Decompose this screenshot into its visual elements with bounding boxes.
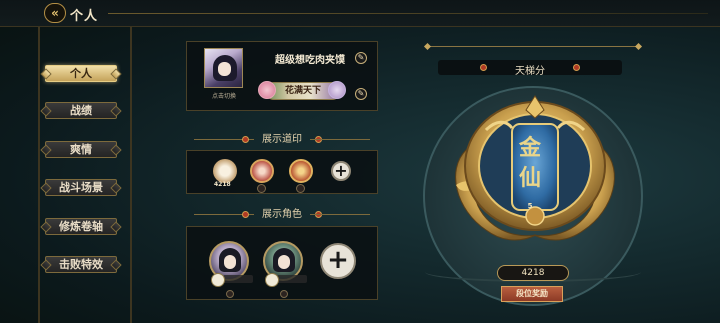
sidebar-item-battle-scene[interactable]: 战斗场景 <box>45 179 117 196</box>
remove-emblem-2-icon[interactable] <box>257 184 266 193</box>
role-tag-icon <box>211 273 225 287</box>
add-role-button[interactable]: + <box>320 243 356 279</box>
role-tag-strip <box>277 275 307 283</box>
emblem-count-label: 4218 <box>214 181 231 188</box>
rank-title-bar: 天梯分 <box>438 60 622 77</box>
sidebar-item-record[interactable]: 战绩 <box>45 102 117 119</box>
ornament-dot-icon <box>242 136 249 143</box>
sidebar-rail-left <box>38 27 40 323</box>
roles-section-label: 展示角色 <box>262 209 302 220</box>
role-tag-strip <box>223 275 253 283</box>
rank-name-char-2: 仙 <box>518 165 541 191</box>
emblems-section-title: 展示道印 <box>186 133 378 146</box>
ornament-dot-icon <box>242 211 249 218</box>
title-badge[interactable]: 花满天下 <box>258 81 346 100</box>
avatar[interactable] <box>204 48 243 88</box>
avatar-switch-caption[interactable]: 点击切换 <box>200 91 248 100</box>
profile-panel: 点击切换 超级想吃肉夹馍 ✎ 花满天下 ✎ <box>186 41 378 111</box>
divider <box>310 139 370 140</box>
top-bar: « 个人 <box>0 0 720 27</box>
rank-rewards-button[interactable]: 段位奖励 <box>501 286 563 302</box>
divider <box>310 214 370 215</box>
emblems-panel: 4218 + <box>186 150 378 194</box>
roles-section-title: 展示角色 <box>186 208 378 221</box>
sidebar-rail-right <box>130 27 132 323</box>
roles-panel: + <box>186 226 378 300</box>
page-title: 个人 <box>70 9 99 24</box>
remove-emblem-3-icon[interactable] <box>296 184 305 193</box>
edit-name-icon[interactable]: ✎ <box>355 52 367 64</box>
add-emblem-button[interactable]: + <box>331 161 351 181</box>
ladder-score: 4218 <box>497 265 569 281</box>
rank-divider <box>428 46 638 47</box>
emblem-slot-1[interactable] <box>213 159 237 183</box>
remove-role-2-icon[interactable] <box>280 290 288 298</box>
role-tag-icon <box>265 273 279 287</box>
remove-role-1-icon[interactable] <box>226 290 234 298</box>
emblems-section-label: 展示道印 <box>262 134 302 145</box>
sidebar-item-defeat-effect[interactable]: 击败特效 <box>45 256 117 273</box>
sidebar-item-affection[interactable]: 爽情 <box>45 141 117 158</box>
emblem-slot-2[interactable] <box>250 159 274 183</box>
back-button[interactable]: « <box>44 3 66 23</box>
ornament-dot-icon <box>573 64 580 71</box>
emblem-slot-3[interactable] <box>289 159 313 183</box>
rank-name-char-1: 金 <box>518 135 541 161</box>
role-face <box>224 255 236 269</box>
header-divider <box>108 13 708 14</box>
sidebar-item-personal[interactable]: 个人 <box>45 65 117 82</box>
role-face <box>278 255 290 269</box>
avatar-face <box>218 62 231 76</box>
title-badge-label: 花满天下 <box>284 86 321 96</box>
player-name: 超级想吃肉夹馍 <box>275 55 345 66</box>
flower-right-icon <box>328 81 346 99</box>
rank-section-title: 天梯分 <box>515 66 545 77</box>
flower-left-icon <box>258 81 276 99</box>
sidebar-item-cultivation-scroll[interactable]: 修炼卷轴 <box>45 218 117 235</box>
edit-title-icon[interactable]: ✎ <box>355 88 367 100</box>
rank-level: 5 <box>527 202 533 210</box>
